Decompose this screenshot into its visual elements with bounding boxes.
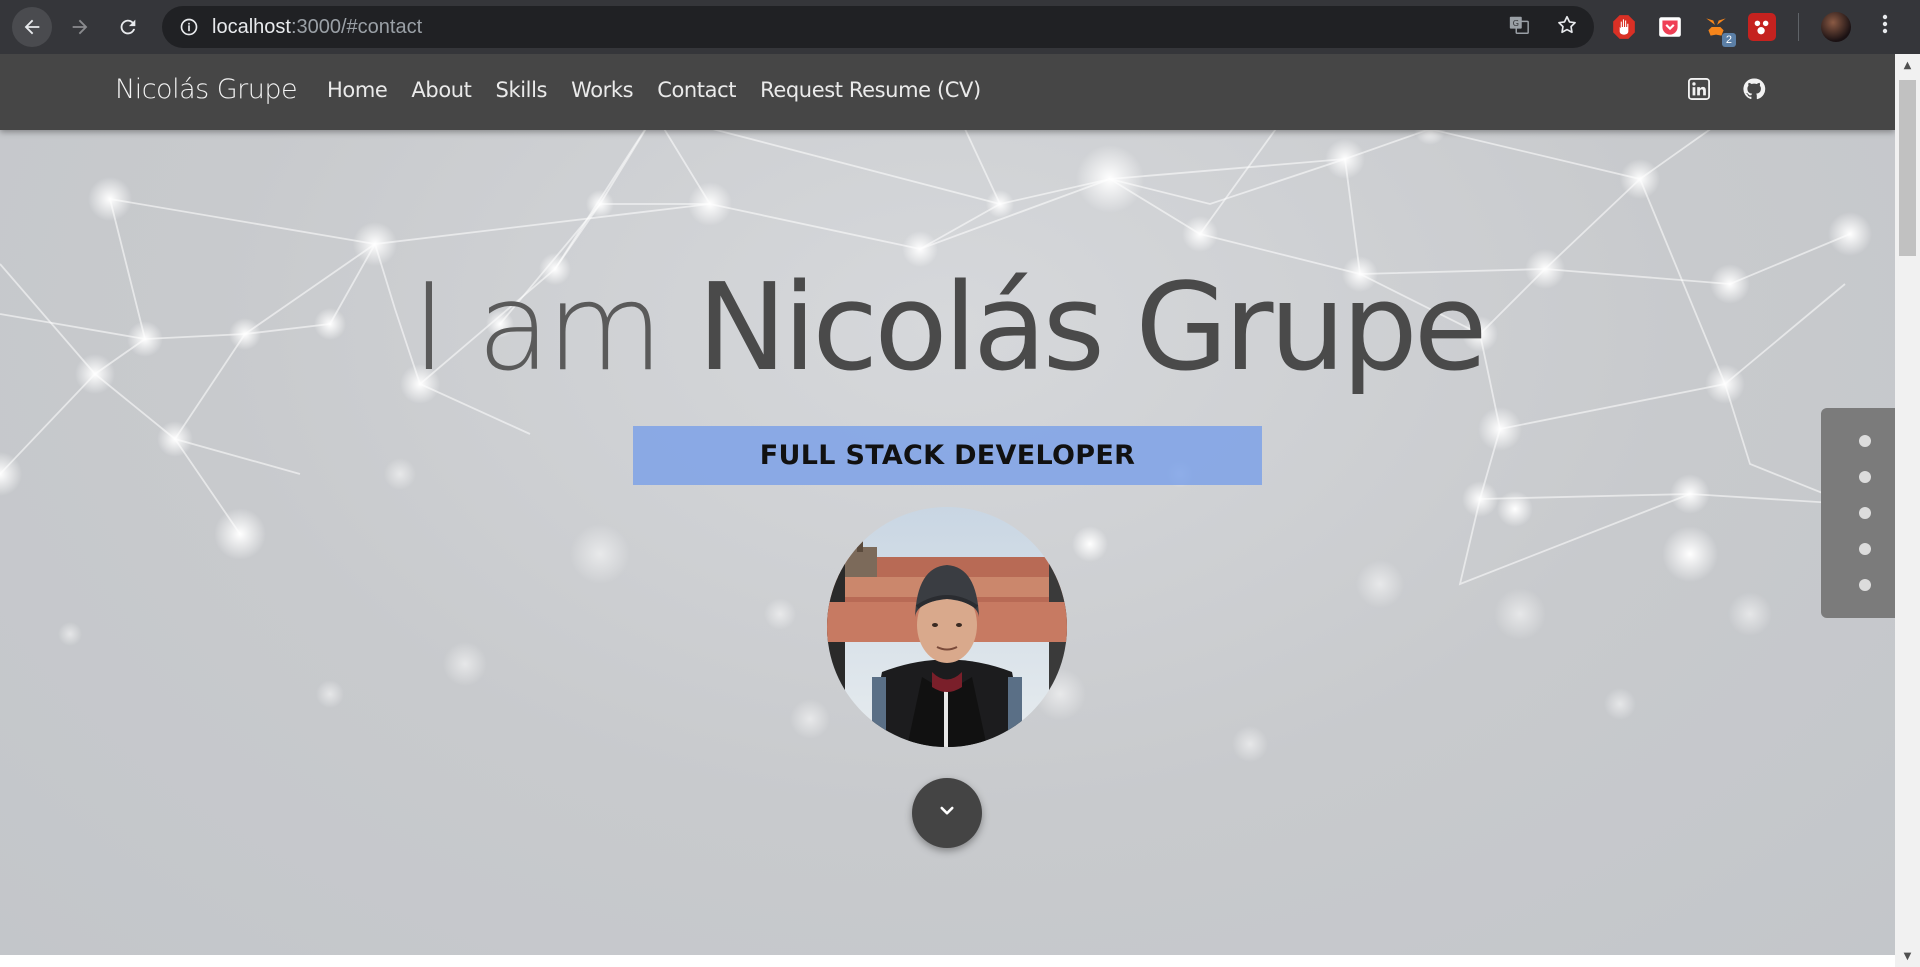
svg-text:G: G xyxy=(1513,18,1519,28)
translate-icon[interactable]: G xyxy=(1508,14,1530,40)
page-viewport: Nicolás Grupe Home About Skills Works Co… xyxy=(0,54,1895,955)
nav-link-home[interactable]: Home xyxy=(327,78,388,102)
forward-arrow-icon[interactable] xyxy=(60,7,100,47)
site-info-icon[interactable] xyxy=(178,16,200,38)
section-dot[interactable] xyxy=(1859,579,1871,591)
address-bar[interactable]: localhost:3000/#contact G xyxy=(162,6,1594,48)
site-navbar: Nicolás Grupe Home About Skills Works Co… xyxy=(0,54,1895,130)
nav-link-about[interactable]: About xyxy=(411,78,471,102)
page-scrollbar[interactable]: ▲ ▼ xyxy=(1895,54,1920,967)
scrollbar-thumb[interactable] xyxy=(1899,80,1916,256)
menu-kebab-icon[interactable] xyxy=(1881,12,1889,42)
back-arrow-icon[interactable] xyxy=(12,7,52,47)
extension-badge: 2 xyxy=(1721,33,1736,47)
hero-title: I am Nicolás Grupe xyxy=(0,259,1895,398)
bookmark-star-icon[interactable] xyxy=(1556,14,1578,40)
profile-photo xyxy=(827,507,1067,747)
scroll-down-arrow-icon[interactable]: ▼ xyxy=(1895,945,1920,967)
github-icon[interactable] xyxy=(1741,76,1767,102)
scroll-up-arrow-icon[interactable]: ▲ xyxy=(1895,54,1920,76)
brand-logo-link[interactable]: Nicolás Grupe xyxy=(115,74,298,105)
role-banner: FULL STACK DEVELOPER xyxy=(633,426,1262,485)
section-dot[interactable] xyxy=(1859,507,1871,519)
section-dot[interactable] xyxy=(1859,471,1871,483)
profile-avatar[interactable] xyxy=(1821,12,1851,42)
hero-title-name: Nicolás Grupe xyxy=(697,259,1487,398)
chevron-down-icon xyxy=(938,802,956,824)
nav-link-contact[interactable]: Contact xyxy=(657,78,736,102)
hero-title-prefix: I am xyxy=(411,259,663,398)
url-text: localhost:3000/#contact xyxy=(212,16,422,39)
adblock-extension-icon[interactable] xyxy=(1610,13,1638,41)
section-dot[interactable] xyxy=(1859,435,1871,447)
next-section-edge xyxy=(0,955,1895,967)
section-dots-nav xyxy=(1821,408,1895,618)
linkedin-icon[interactable] xyxy=(1686,76,1712,102)
scroll-down-button[interactable] xyxy=(912,778,982,848)
nav-link-skills[interactable]: Skills xyxy=(496,78,548,102)
puzzle-extension-icon[interactable] xyxy=(1748,13,1776,41)
nav-links: Home About Skills Works Contact Request … xyxy=(327,78,981,102)
social-links xyxy=(1686,76,1767,102)
url-host: localhost xyxy=(212,15,291,38)
browser-toolbar: localhost:3000/#contact G 2 xyxy=(0,0,1920,54)
url-path: :3000/#contact xyxy=(290,15,423,38)
section-dot[interactable] xyxy=(1859,543,1871,555)
toolbar-divider xyxy=(1798,13,1799,41)
pocket-extension-icon[interactable] xyxy=(1656,13,1684,41)
nav-link-request-resume[interactable]: Request Resume (CV) xyxy=(760,78,981,102)
nav-link-works[interactable]: Works xyxy=(571,78,634,102)
role-text: FULL STACK DEVELOPER xyxy=(759,440,1136,471)
extensions-bar: 2 xyxy=(1610,8,1889,47)
metamask-extension-icon[interactable]: 2 xyxy=(1702,13,1736,47)
reload-icon[interactable] xyxy=(108,7,148,47)
